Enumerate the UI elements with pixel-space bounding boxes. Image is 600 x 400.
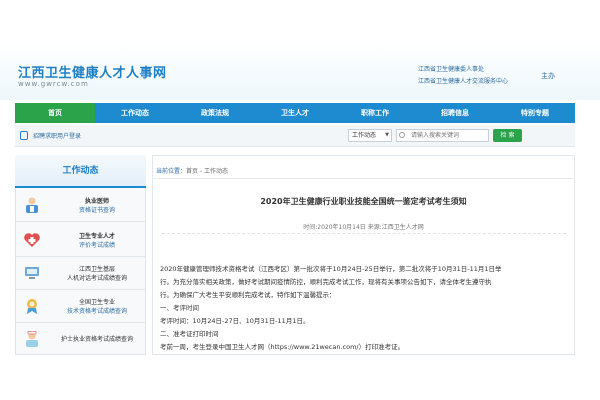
site-url: www.gwrcw.com	[18, 80, 89, 88]
sidebar-title: 工作动态	[15, 155, 146, 188]
heart-cross-icon	[24, 233, 40, 247]
search-input[interactable]	[396, 129, 489, 142]
sidebar-item-physician[interactable]: 执业医师 资格证书查询	[15, 190, 146, 222]
nav-health-talent[interactable]: 卫生人才	[255, 103, 335, 123]
sidebar-item-label: 全国卫生专业 技术资格考试成绩查询	[66, 299, 127, 315]
host-line-1: 江西省卫生健康委人事处	[418, 66, 485, 73]
article-paragraph: 行。为充分落实相关政策，做好考试期间疫情防控，顺利完成考试工作，现将有关事项公告…	[160, 278, 492, 286]
site-logo-title[interactable]: 江西卫生健康人才人事网	[18, 62, 167, 81]
sub-toolbar	[15, 125, 575, 147]
sidebar-item-talent-eval[interactable]: 卫生专业人才 评价考试成绩	[15, 225, 146, 257]
article-paragraph: 2020年健康管理师技术资格考试（江西考区）第一批次将于10月24日-25日举行…	[160, 265, 502, 273]
doctor-icon	[26, 197, 38, 213]
search-icon	[399, 132, 405, 138]
article-meta: 时间:2020年10月14日 来源:江西卫生人才网	[303, 224, 424, 231]
article-title: 2020年卫生健康行业职业技能全国统一鉴定考试考生须知	[260, 197, 467, 206]
divider	[152, 178, 575, 179]
nav-title-work[interactable]: 职称工作	[335, 103, 415, 123]
sidebar-item-label: 江西卫生基层 人机对话考试成绩查询	[66, 266, 127, 282]
article-section-heading: 一、考评时间	[160, 304, 199, 312]
search-button[interactable]: 检 索	[493, 129, 522, 142]
sidebar-item-label: 护士执业资格考试成绩查询	[60, 336, 133, 343]
sidebar-item-tech-qualification[interactable]: 全国卫生专业 技术资格考试成绩查询	[15, 291, 146, 323]
sidebar-item-nurse-exam[interactable]: 护士执业资格考试成绩查询	[15, 324, 146, 356]
article-paragraph: 考评时间：10月24日-27日、10月31日-11月1日。	[160, 317, 310, 325]
article-paragraph: 考前一周，考生登录中国卫生人才网（https://www.21wecan.com…	[160, 343, 405, 351]
chevron-down-icon: ▼	[385, 132, 389, 138]
search-category-value: 工作动态	[352, 132, 377, 139]
article-section-heading: 二、准考证打印时间	[160, 330, 219, 338]
divider	[162, 233, 566, 234]
nav-recruitment[interactable]: 招聘信息	[415, 103, 495, 123]
sidebar-item-computer-exam[interactable]: 江西卫生基层 人机对话考试成绩查询	[15, 258, 146, 290]
breadcrumb: 当前位置：首页 - 工作动态	[156, 166, 228, 175]
nav-home[interactable]: 首页	[15, 103, 95, 123]
phone-icon	[20, 131, 28, 140]
host-line-2: 江西省卫生健康人才交流服务中心	[418, 78, 509, 85]
nav-special-topics[interactable]: 特别专题	[495, 103, 575, 123]
breadcrumb-path[interactable]: 首页 - 工作动态	[186, 168, 228, 175]
award-icon	[27, 299, 37, 314]
main-nav: 首页 工作动态 政策法规 卫生人才 职称工作 招聘信息 特别专题	[15, 103, 575, 123]
sidebar-item-label: 执业医师 资格证书查询	[78, 198, 115, 214]
host-tag: 主办	[541, 72, 555, 80]
sidebar-item-label: 卫生专业人才 评价考试成绩	[78, 233, 115, 249]
search-category-select[interactable]: 工作动态 ▼	[348, 129, 392, 142]
nav-work-news[interactable]: 工作动态	[95, 103, 175, 123]
host-info: 江西省卫生健康委人事处 江西省卫生健康人才交流服务中心	[418, 64, 536, 90]
nav-policy[interactable]: 政策法规	[175, 103, 255, 123]
recruit-login-link[interactable]: 招聘求职用户登录	[33, 131, 81, 140]
breadcrumb-label: 当前位置：	[156, 168, 187, 175]
article-paragraph: 行。为确保广大考生平安顺利完成考试，特作如下温馨提示：	[160, 291, 336, 299]
nurse-icon	[26, 331, 38, 347]
computer-icon	[25, 267, 39, 279]
